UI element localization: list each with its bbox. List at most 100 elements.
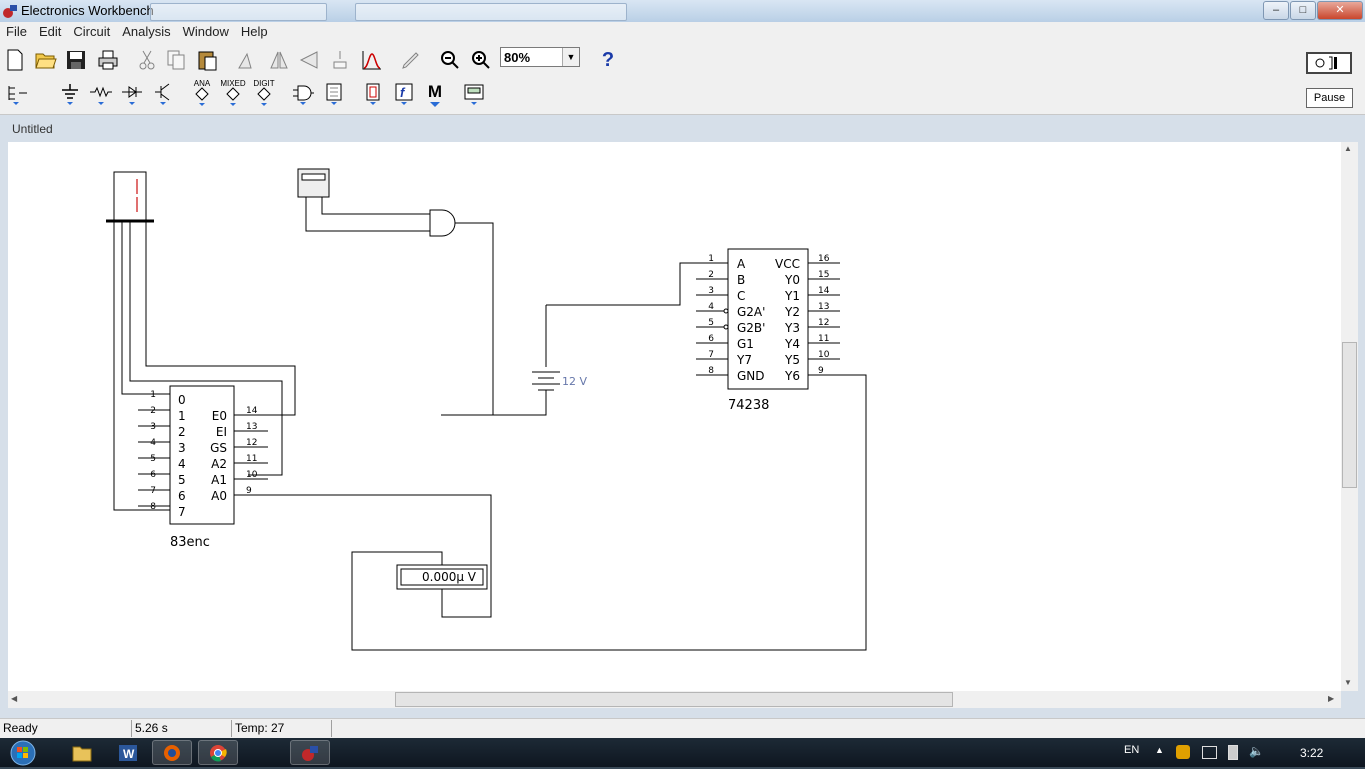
language-indicator[interactable]: EN [1124,744,1139,756]
battery-label: 12 V [562,375,587,388]
clipboard-icon [198,51,217,71]
zoom-select[interactable]: 80% ▼ [500,47,580,67]
pin-label: E0 [212,409,227,423]
subcircuit-button[interactable] [326,46,354,74]
new-file-button[interactable] [1,46,29,74]
floppy-disk-icon [67,51,85,69]
paste-button[interactable] [193,46,221,74]
power-switch[interactable] [1306,52,1352,74]
minimize-button[interactable]: – [1263,1,1289,20]
status-divider [331,720,332,737]
copy-button[interactable] [162,46,190,74]
pin-label: Y5 [784,353,800,367]
graph-button[interactable] [358,46,386,74]
start-button[interactable] [4,739,42,766]
diodes-bin-button[interactable] [118,80,146,108]
pin-label: Y6 [784,369,800,383]
component-properties-button[interactable] [397,46,425,74]
print-button[interactable] [94,46,122,74]
pin-label: 0 [178,393,186,407]
sources-bin-button[interactable] [56,80,84,108]
scroll-left-icon[interactable]: ◀ [11,694,17,703]
chevron-down-icon[interactable]: ▼ [562,48,579,66]
instruments-bin-button[interactable] [460,80,488,108]
pin-label: EI [216,425,227,439]
pin-number: 15 [818,270,829,280]
pin-label: Y7 [736,353,752,367]
function-icon: f [395,83,413,105]
document-title: Untitled [12,122,53,136]
battery[interactable] [532,305,560,391]
logic-gates-bin-button[interactable] [289,80,317,108]
menu-help[interactable]: Help [235,22,274,41]
pin-number: 8 [150,502,156,512]
folder-icon [72,746,92,761]
network-icon[interactable] [1202,746,1217,759]
taskbar-explorer[interactable] [62,740,102,765]
flip-horizontal-button[interactable] [265,46,293,74]
basic-bin-button[interactable] [87,80,115,108]
menu-edit[interactable]: Edit [33,22,67,41]
taskbar-electronics-workbench[interactable] [290,740,330,765]
taskbar-chrome[interactable] [198,740,238,765]
and-gate[interactable] [429,209,456,237]
scroll-right-icon[interactable]: ▶ [1328,694,1334,703]
menu-analysis[interactable]: Analysis [116,22,176,41]
schematic-canvas[interactable]: 83enc 74238 12 V 0.000µ V 1 2 3 4 5 6 7 … [8,142,1341,691]
power-switch-icon [1315,56,1337,70]
chrome-icon [210,744,227,762]
horizontal-scroll-thumb[interactable] [395,692,953,707]
mixed-ics-bin-button[interactable]: MIXED [219,79,247,108]
flip-vertical-button[interactable] [295,46,323,74]
help-button[interactable]: ? [594,46,622,74]
open-button[interactable] [32,46,60,74]
controls-bin-button[interactable]: f [390,80,418,108]
taskbar-firefox[interactable] [152,740,192,765]
pin-label: GND [737,369,765,383]
miscellaneous-bin-button[interactable]: M [421,80,449,108]
maximize-button[interactable]: □ [1290,1,1316,20]
analog-ics-bin-button[interactable]: ANA [188,79,216,108]
scroll-down-icon[interactable]: ▼ [1344,678,1352,687]
security-icon[interactable] [1176,745,1190,759]
rotate-button[interactable] [233,46,261,74]
zoom-in-button[interactable] [467,46,495,74]
pin-number: 6 [150,470,156,480]
seven-segment-display[interactable] [113,171,147,222]
cut-button[interactable] [133,46,161,74]
vertical-scroll-thumb[interactable] [1342,342,1357,488]
battery-icon[interactable] [1228,745,1238,760]
pin-label: Y2 [784,305,800,319]
close-button[interactable]: ✕ [1317,1,1363,20]
clock[interactable]: 3:22 [1300,746,1323,760]
favorites-bin-icon [8,86,27,105]
and-gate-icon [293,85,314,105]
wire [546,262,728,306]
menu-window[interactable]: Window [177,22,235,41]
pin-label: Y1 [784,289,800,303]
pin-number: 10 [246,470,258,480]
pin-label: 2 [178,425,186,439]
pin-label: Y4 [784,337,800,351]
pin-label: G2B' [737,321,765,335]
save-button[interactable] [62,46,90,74]
pin-number: 3 [708,286,714,296]
digital-ics-bin-button[interactable]: DIGIT [250,79,278,108]
volume-icon[interactable]: 🔈 [1249,744,1264,758]
pause-button[interactable]: Pause [1306,88,1353,108]
taskbar-word[interactable]: W [108,740,148,765]
menu-circuit[interactable]: Circuit [67,22,116,41]
show-hidden-icons-icon[interactable]: ▲ [1155,745,1164,755]
menu-file[interactable]: File [0,22,33,41]
indicators-bin-button[interactable] [359,80,387,108]
pin-number: 11 [246,454,257,464]
favorites-bin-button[interactable] [3,80,31,108]
pin-number: 9 [246,486,252,496]
ground-icon [62,84,78,105]
digital-bin-button[interactable] [320,80,348,108]
scroll-up-icon[interactable]: ▲ [1344,144,1352,153]
pin-label: Y3 [784,321,800,335]
transistors-bin-button[interactable] [149,80,177,108]
logic-probe[interactable] [297,168,330,198]
zoom-out-button[interactable] [436,46,464,74]
